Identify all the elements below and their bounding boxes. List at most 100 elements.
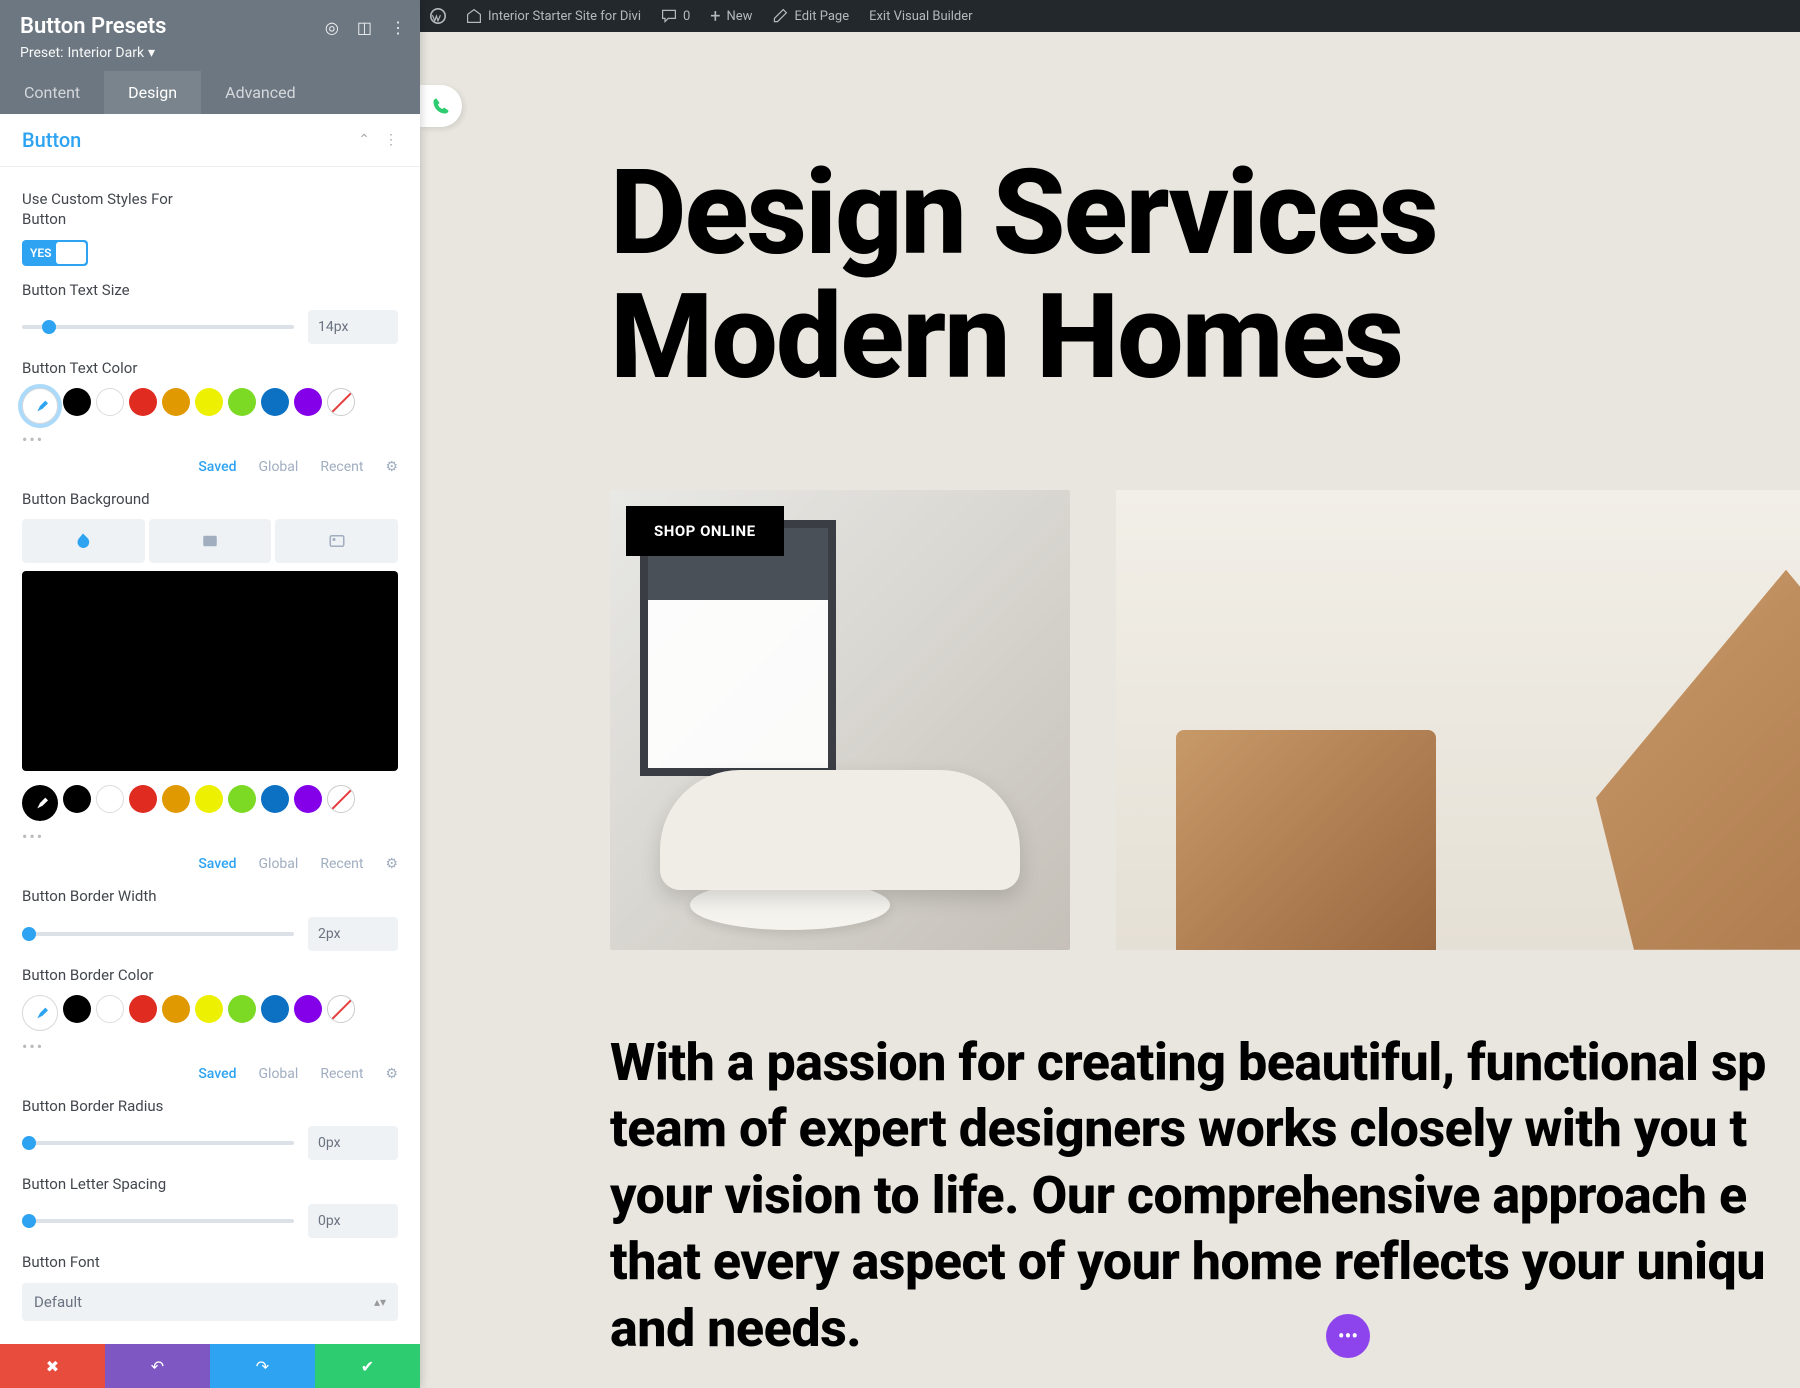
eyedropper-icon[interactable]: [22, 388, 58, 424]
more-dots[interactable]: •••: [22, 430, 398, 449]
target-icon[interactable]: ◎: [325, 18, 339, 37]
swatch-blue[interactable]: [261, 785, 289, 813]
tab-global[interactable]: Global: [259, 856, 299, 872]
custom-styles-toggle[interactable]: YES: [22, 240, 88, 266]
text-size-input[interactable]: 14px: [308, 310, 398, 344]
label-border-radius: Button Border Radius: [22, 1096, 398, 1116]
swatch-white[interactable]: [96, 785, 124, 813]
swatch-green[interactable]: [228, 995, 256, 1023]
label-background: Button Background: [22, 489, 398, 509]
swatch-red[interactable]: [129, 388, 157, 416]
eyedropper-icon[interactable]: [22, 995, 58, 1031]
swatch-yellow[interactable]: [195, 388, 223, 416]
preset-selector[interactable]: Preset: Interior Dark ▾: [20, 45, 400, 61]
tab-recent[interactable]: Recent: [320, 459, 363, 475]
bg-swatches: [22, 785, 398, 821]
bg-tab-color[interactable]: [22, 519, 145, 563]
chevron-updown-icon: ▴▾: [374, 1295, 386, 1309]
swatch-green[interactable]: [228, 785, 256, 813]
kebab-icon[interactable]: ⋮: [390, 18, 406, 37]
page-settings-fab[interactable]: •••: [1326, 1314, 1370, 1358]
palette-tabs: Saved Global Recent ⚙: [22, 1066, 398, 1082]
border-radius-slider[interactable]: [22, 1141, 294, 1145]
undo-button[interactable]: ↶: [105, 1344, 210, 1388]
redo-button[interactable]: ↷: [210, 1344, 315, 1388]
comments-link[interactable]: 0: [651, 8, 700, 24]
tab-saved[interactable]: Saved: [198, 856, 236, 872]
swatch-purple[interactable]: [294, 785, 322, 813]
swatch-orange[interactable]: [162, 785, 190, 813]
kebab-icon[interactable]: ⋮: [384, 132, 398, 148]
panel-tabs: Content Design Advanced: [0, 71, 420, 114]
tab-global[interactable]: Global: [259, 459, 299, 475]
swatch-white[interactable]: [96, 995, 124, 1023]
bg-tab-image[interactable]: [275, 519, 398, 563]
label-border-width: Button Border Width: [22, 886, 398, 906]
new-link[interactable]: +New: [700, 6, 762, 27]
font-select[interactable]: Default ▴▾: [22, 1283, 398, 1321]
comment-count: 0: [683, 9, 690, 24]
phone-fab[interactable]: [420, 85, 462, 127]
eyedropper-icon[interactable]: [22, 785, 58, 821]
tab-recent[interactable]: Recent: [320, 856, 363, 872]
palette-tabs: Saved Global Recent ⚙: [22, 856, 398, 872]
swatch-none[interactable]: [327, 995, 355, 1023]
border-width-slider[interactable]: [22, 932, 294, 936]
bg-tab-gradient[interactable]: [149, 519, 272, 563]
swatch-blue[interactable]: [261, 388, 289, 416]
letter-spacing-slider[interactable]: [22, 1219, 294, 1223]
swatch-purple[interactable]: [294, 995, 322, 1023]
border-radius-input[interactable]: 0px: [308, 1126, 398, 1160]
swatch-blue[interactable]: [261, 995, 289, 1023]
tab-content[interactable]: Content: [0, 71, 104, 114]
gear-icon[interactable]: ⚙: [385, 459, 398, 475]
cancel-button[interactable]: ✖: [0, 1344, 105, 1388]
more-dots[interactable]: •••: [22, 827, 398, 846]
site-name-link[interactable]: Interior Starter Site for Divi: [456, 8, 651, 24]
border-width-input[interactable]: 2px: [308, 917, 398, 951]
swatch-orange[interactable]: [162, 388, 190, 416]
swatch-yellow[interactable]: [195, 995, 223, 1023]
save-button[interactable]: ✔: [315, 1344, 420, 1388]
hero-line-2: Modern Homes: [610, 276, 1800, 400]
swatch-purple[interactable]: [294, 388, 322, 416]
tab-design[interactable]: Design: [104, 71, 201, 114]
exit-builder-link[interactable]: Exit Visual Builder: [859, 9, 982, 24]
label-font: Button Font: [22, 1252, 398, 1272]
swatch-red[interactable]: [129, 785, 157, 813]
label-text-color: Button Text Color: [22, 358, 398, 378]
swatch-green[interactable]: [228, 388, 256, 416]
swatch-black[interactable]: [63, 995, 91, 1023]
site-name: Interior Starter Site for Divi: [488, 9, 641, 24]
bg-color-preview[interactable]: [22, 571, 398, 771]
swatch-black[interactable]: [63, 785, 91, 813]
swatch-yellow[interactable]: [195, 785, 223, 813]
swatch-orange[interactable]: [162, 995, 190, 1023]
swatch-none[interactable]: [327, 388, 355, 416]
accordion-title: Button: [22, 128, 81, 152]
chevron-down-icon: ▾: [148, 45, 155, 61]
wp-logo[interactable]: [420, 8, 456, 24]
letter-spacing-input[interactable]: 0px: [308, 1204, 398, 1238]
bg-type-tabs: [22, 519, 398, 563]
tab-advanced[interactable]: Advanced: [201, 71, 320, 114]
passion-text: With a passion for creating beautiful, f…: [610, 1030, 1800, 1363]
text-size-slider[interactable]: [22, 325, 294, 329]
accordion-button[interactable]: Button ⌃ ⋮: [0, 114, 420, 167]
swatch-none[interactable]: [327, 785, 355, 813]
columns-icon[interactable]: ◫: [357, 18, 372, 37]
tab-global[interactable]: Global: [259, 1066, 299, 1082]
label-letter-spacing: Button Letter Spacing: [22, 1174, 398, 1194]
edit-page-link[interactable]: Edit Page: [762, 8, 859, 24]
more-dots[interactable]: •••: [22, 1037, 398, 1056]
shop-online-button[interactable]: SHOP ONLINE: [626, 506, 784, 556]
swatch-white[interactable]: [96, 388, 124, 416]
tab-recent[interactable]: Recent: [320, 1066, 363, 1082]
gear-icon[interactable]: ⚙: [385, 1066, 398, 1082]
tab-saved[interactable]: Saved: [198, 459, 236, 475]
swatch-red[interactable]: [129, 995, 157, 1023]
swatch-black[interactable]: [63, 388, 91, 416]
tab-saved[interactable]: Saved: [198, 1066, 236, 1082]
gear-icon[interactable]: ⚙: [385, 856, 398, 872]
collapse-icon[interactable]: ⌃: [358, 132, 370, 148]
